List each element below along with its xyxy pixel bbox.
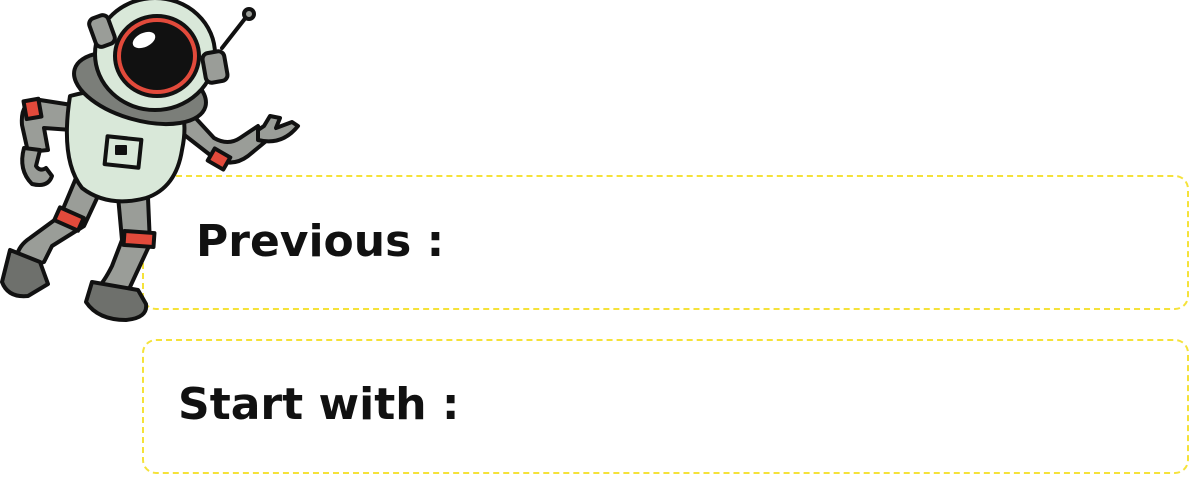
start-with-label: Start with :: [178, 379, 460, 430]
astronaut-icon: [0, 0, 300, 322]
